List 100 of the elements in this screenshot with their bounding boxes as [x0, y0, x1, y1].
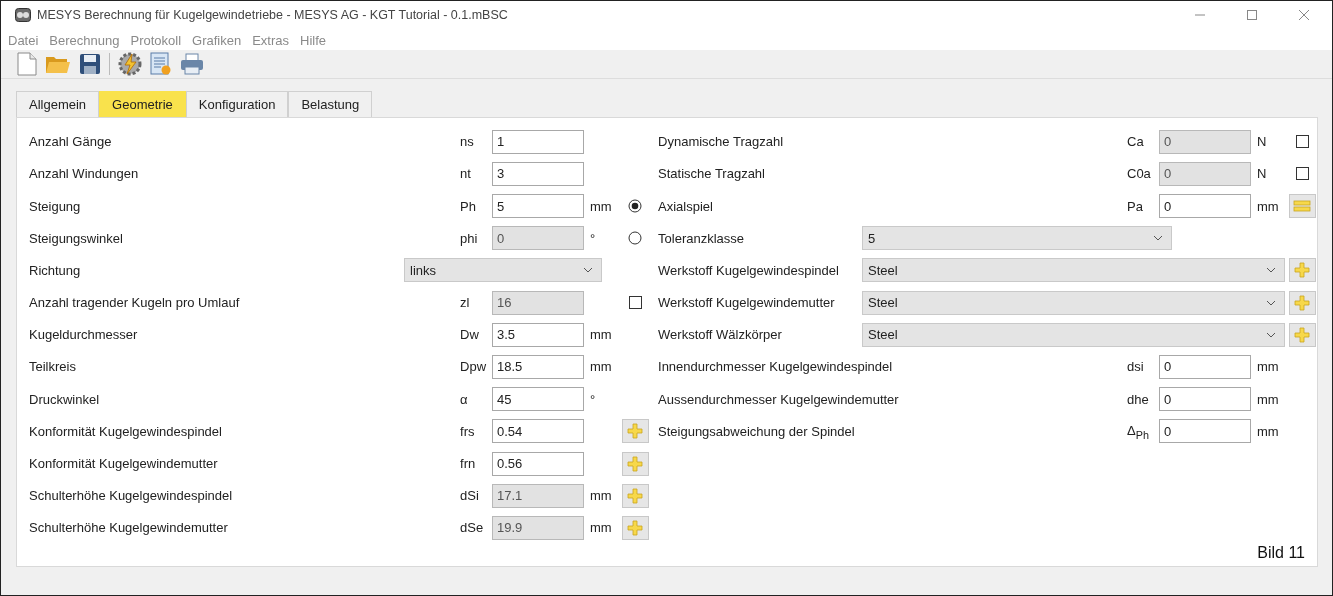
- add-button[interactable]: [621, 451, 649, 476]
- input-field[interactable]: 0: [1159, 387, 1251, 412]
- dropdown[interactable]: Steel: [862, 258, 1285, 283]
- equals-icon: [1293, 199, 1311, 213]
- app-logo-icon: [15, 8, 31, 23]
- list-button[interactable]: [1288, 194, 1316, 218]
- field-label: Druckwinkel: [29, 391, 101, 407]
- unit-label: N: [1257, 166, 1267, 182]
- symbol-label: dSi: [460, 488, 480, 504]
- add-button[interactable]: [1288, 258, 1316, 283]
- field-label: Anzahl tragender Kugeln pro Umlauf: [29, 295, 241, 311]
- symbol-label: ns: [460, 134, 475, 150]
- dropdown[interactable]: Steel: [862, 290, 1285, 315]
- plus-icon: [1293, 261, 1311, 280]
- symbol-label: Ph: [460, 198, 477, 214]
- unit-label: mm: [1257, 391, 1279, 407]
- add-button[interactable]: [1288, 322, 1316, 347]
- field-label: Steigung: [29, 198, 82, 214]
- input-field[interactable]: 0: [1159, 354, 1251, 379]
- symbol-label: dsi: [1127, 359, 1145, 375]
- chevron-down-icon: [1266, 331, 1276, 338]
- symbol-label: frn: [460, 456, 477, 471]
- input-field[interactable]: 3.5: [492, 322, 585, 347]
- window-title: MESYS Berechnung für Kugelgewindetriebe - MESYS AG - KGT Tutorial - 0.1.mBSC: [37, 8, 508, 23]
- symbol-label: α: [460, 391, 469, 407]
- plus-icon: [1293, 325, 1311, 344]
- tab[interactable]: Geometrie: [99, 90, 186, 117]
- chevron-down-icon: [583, 267, 594, 274]
- input-field[interactable]: 3: [492, 161, 585, 186]
- menu-item[interactable]: Grafiken: [192, 32, 242, 48]
- field-label: Steigungswinkel: [29, 230, 124, 246]
- print-icon[interactable]: [180, 53, 204, 75]
- unit-label: mm: [590, 198, 612, 214]
- unit-label: °: [590, 230, 596, 246]
- menu-item[interactable]: Hilfe: [300, 32, 327, 48]
- symbol-label: dhe: [1127, 391, 1150, 407]
- input-field[interactable]: 18.5: [492, 354, 585, 379]
- plus-icon: [626, 486, 645, 505]
- maximize-icon[interactable]: [1246, 9, 1258, 22]
- symbol-label: frs: [460, 423, 476, 439]
- field-label: Richtung: [29, 262, 82, 278]
- unit-label: mm: [1257, 198, 1279, 214]
- save-icon[interactable]: [79, 53, 101, 75]
- field-label: Werkstoff Kugelgewindemutter: [658, 295, 836, 311]
- menu-item[interactable]: Berechnung: [49, 32, 120, 48]
- report-icon[interactable]: [150, 52, 172, 76]
- tab[interactable]: Belastung: [288, 90, 373, 117]
- symbol-label: Dw: [460, 327, 480, 343]
- input-field[interactable]: 0.56: [492, 451, 585, 476]
- close-icon[interactable]: [1298, 9, 1310, 22]
- unit-label: °: [590, 391, 596, 407]
- add-button[interactable]: [621, 419, 649, 444]
- field-label: Axialspiel: [658, 198, 714, 214]
- field-label: Statische Tragzahl: [658, 166, 766, 182]
- input-field[interactable]: 0: [1159, 194, 1251, 218]
- unit-label: mm: [590, 359, 612, 375]
- chevron-down-icon: [1266, 299, 1276, 306]
- dropdown[interactable]: 5: [862, 226, 1173, 251]
- dropdown[interactable]: Steel: [862, 322, 1285, 347]
- field-label: Werkstoff Wälzkörper: [658, 327, 783, 343]
- unit-label: mm: [590, 327, 612, 343]
- menu-item[interactable]: Datei: [8, 32, 39, 48]
- field-label: Dynamische Tragzahl: [658, 134, 785, 150]
- unit-label: mm: [1257, 359, 1279, 375]
- chevron-down-icon: [1266, 267, 1276, 274]
- tab[interactable]: Allgemein: [16, 90, 100, 117]
- input-field[interactable]: 5: [492, 194, 585, 218]
- input-field[interactable]: 1: [492, 129, 585, 154]
- symbol-label: phi: [460, 230, 479, 246]
- field-label: Innendurchmesser Kugelgewindespindel: [658, 359, 894, 375]
- unit-label: mm: [590, 488, 612, 504]
- dropdown[interactable]: links: [404, 258, 603, 283]
- field-label: Anzahl Gänge: [29, 134, 113, 150]
- field-label: Schulterhöhe Kugelgewindemutter: [29, 520, 229, 536]
- input-field[interactable]: 0: [1159, 419, 1251, 444]
- symbol-label: nt: [460, 166, 472, 182]
- field-label: Teilkreis: [29, 359, 77, 375]
- radio-button[interactable]: [628, 199, 643, 213]
- field-label: Konformität Kugelgewindemutter: [29, 456, 219, 471]
- field-label: Aussendurchmesser Kugelgewindemutter: [658, 391, 900, 407]
- field-label: Kugeldurchmesser: [29, 327, 139, 343]
- field-label: Anzahl Windungen: [29, 166, 140, 182]
- add-button[interactable]: [621, 515, 649, 540]
- new-file-icon[interactable]: [17, 52, 37, 76]
- gear-lightning-icon[interactable]: [118, 52, 142, 76]
- symbol-label: Dpw: [460, 359, 488, 375]
- input-field[interactable]: 45: [492, 387, 585, 412]
- tab[interactable]: Konfiguration: [185, 90, 289, 117]
- unit-label: N: [1257, 134, 1267, 150]
- symbol-label: Δ$_{Ph}$: [1127, 422, 1150, 441]
- field-label: Steigungsabweichung der Spindel: [658, 423, 856, 439]
- field-label: Konformität Kugelgewindespindel: [29, 423, 223, 439]
- field-label: Schulterhöhe Kugelgewindespindel: [29, 488, 234, 504]
- symbol-label: Pa: [1127, 198, 1144, 214]
- menu-item[interactable]: Protokoll: [130, 32, 182, 48]
- unit-label: mm: [1257, 423, 1279, 439]
- input-field[interactable]: 0.54: [492, 419, 585, 444]
- plus-icon: [626, 454, 645, 473]
- add-button[interactable]: [621, 483, 649, 508]
- add-button[interactable]: [1288, 290, 1316, 315]
